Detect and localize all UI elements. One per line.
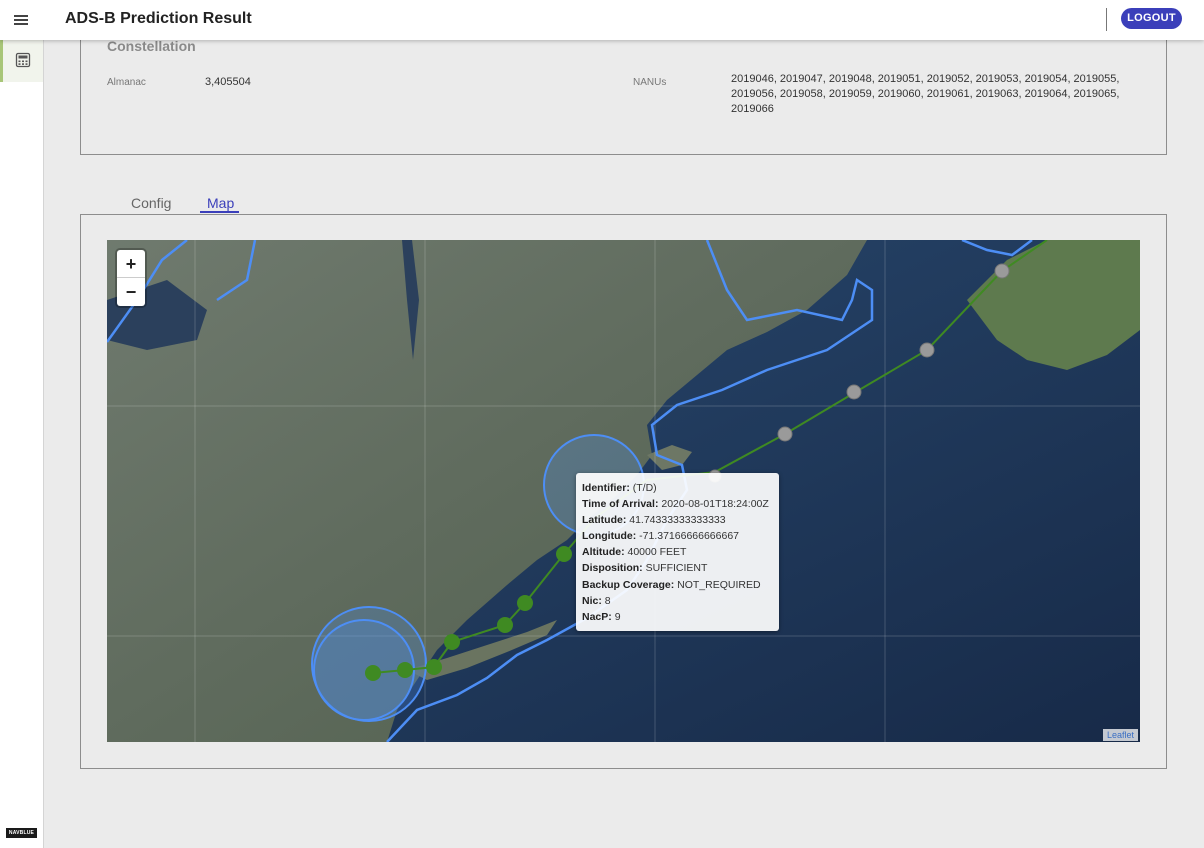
tab-config[interactable]: Config — [131, 195, 171, 211]
nacp-value: 9 — [614, 610, 621, 623]
map-view[interactable]: + − Identifier: (T/D) Time of Arrival: 2… — [107, 240, 1140, 742]
leaflet-attribution-link[interactable]: Leaflet — [1102, 729, 1138, 741]
logout-button[interactable]: LOGOUT — [1121, 8, 1182, 29]
altitude-label: Altitude: — [582, 546, 625, 559]
almanac-label: Almanac — [107, 77, 146, 88]
identifier-value: (T/D) — [632, 482, 657, 494]
header-divider — [1106, 8, 1107, 31]
disposition-label: Disposition: — [582, 562, 643, 575]
active-tab-indicator — [200, 211, 239, 213]
nanus-label: NANUs — [633, 77, 667, 88]
top-app-bar: ADS-B Prediction Result LOGOUT — [0, 0, 1204, 40]
latitude-value: 41.74333333333333 — [629, 514, 726, 527]
longitude-value: -71.37166666666667 — [639, 530, 740, 543]
zoom-out-button[interactable]: − — [117, 278, 145, 306]
sidebar-item-calculator[interactable] — [0, 40, 43, 82]
longitude-label: Longitude: — [582, 530, 637, 543]
zoom-control: + − — [117, 250, 145, 306]
page-title: ADS-B Prediction Result — [65, 10, 252, 27]
disposition-value: SUFFICIENT — [645, 562, 708, 575]
section-title: Constellation — [107, 38, 196, 54]
backup-coverage-label: Backup Coverage: — [582, 578, 675, 591]
hamburger-menu-icon[interactable] — [8, 8, 34, 32]
nacp-label: NacP: — [582, 610, 612, 623]
nic-label: Nic: — [582, 594, 602, 607]
identifier-label: Identifier: — [582, 482, 630, 494]
brand-logo: NAVBLUE — [6, 828, 37, 838]
altitude-value: 40000 FEET — [627, 546, 687, 559]
sidebar: NAVBLUE — [0, 40, 44, 848]
nanus-value: 2019046, 2019047, 2019048, 2019051, 2019… — [731, 73, 1120, 115]
waypoint-popup: Identifier: (T/D) Time of Arrival: 2020-… — [576, 473, 779, 631]
toa-value: 2020-08-01T18:24:00Z — [661, 498, 769, 511]
zoom-in-button[interactable]: + — [117, 250, 145, 278]
toa-label: Time of Arrival: — [582, 498, 659, 511]
nic-value: 8 — [604, 594, 611, 607]
backup-coverage-value: NOT_REQUIRED — [677, 578, 761, 591]
calculator-icon — [15, 52, 31, 68]
almanac-value: 3,405504 — [205, 76, 251, 88]
tab-map[interactable]: Map — [207, 195, 234, 211]
latitude-label: Latitude: — [582, 514, 627, 527]
